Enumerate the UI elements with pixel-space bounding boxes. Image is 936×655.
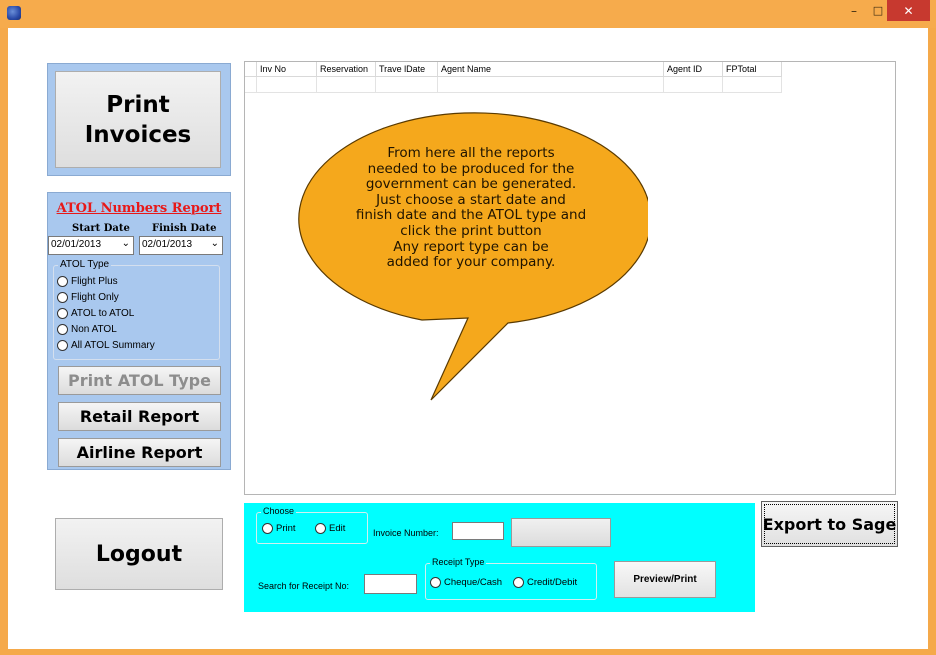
start-date-value: 02/01/2013 [51, 239, 102, 250]
table-cell[interactable] [257, 77, 317, 93]
column-header-agent-id[interactable]: Agent ID [664, 62, 723, 77]
retail-report-button[interactable]: Retail Report [58, 402, 221, 431]
grid-header: Inv No Reservation Trave lDate Agent Nam… [245, 62, 782, 77]
receipt-type-group-label: Receipt Type [430, 557, 487, 567]
window-client-area: Print Invoices ATOL Numbers Report Start… [8, 28, 928, 649]
radio-non-atol[interactable]: Non ATOL [57, 322, 117, 336]
radio-cheque-cash[interactable]: Cheque/Cash [430, 577, 502, 588]
finish-date-value: 02/01/2013 [142, 239, 193, 250]
atol-report-panel: ATOL Numbers Report Start Date Finish Da… [47, 192, 231, 470]
radio-label: ATOL to ATOL [71, 307, 135, 319]
radio-edit[interactable]: Edit [315, 523, 345, 534]
bubble-line: Just choose a start date and [376, 191, 566, 208]
table-cell[interactable] [723, 77, 782, 93]
radio-label: Flight Plus [71, 275, 118, 287]
print-invoices-label-line1: Print [106, 91, 170, 118]
radio-label: Flight Only [71, 291, 119, 303]
bubble-line: needed to be produced for the [367, 160, 575, 177]
print-invoices-label-line2: Invoices [84, 121, 192, 148]
radio-label: Credit/Debit [527, 577, 578, 588]
logout-button[interactable]: Logout [55, 518, 223, 590]
preview-print-button[interactable]: Preview/Print [614, 561, 716, 598]
bubble-line: Any report type can be [393, 238, 549, 255]
radio-label: Cheque/Cash [444, 577, 503, 588]
row-selector-cell[interactable] [245, 77, 257, 93]
search-receipt-label: Search for Receipt No: [258, 581, 350, 591]
radio-circle-icon[interactable] [57, 307, 68, 319]
airline-report-button[interactable]: Airline Report [58, 438, 221, 467]
radio-print[interactable]: Print [262, 523, 296, 534]
table-cell[interactable] [664, 77, 723, 93]
column-header-inv-no[interactable]: Inv No [257, 62, 317, 77]
table-cell[interactable] [438, 77, 664, 93]
radio-label: Print [276, 523, 296, 534]
radio-credit-debit[interactable]: Credit/Debit [513, 577, 577, 588]
finish-date-label: Finish Date [152, 223, 217, 234]
invoice-actions-panel: Choose Print Edit Invoice Number: Receip… [244, 503, 755, 612]
radio-atol-to-atol[interactable]: ATOL to ATOL [57, 306, 134, 320]
table-row[interactable] [245, 77, 782, 93]
chevron-down-icon[interactable]: ⌄ [122, 238, 130, 249]
receipt-type-group: Receipt Type Cheque/Cash Credit/Debit [425, 557, 597, 600]
title-bar: – □ ✕ [0, 0, 936, 28]
radio-all-atol-summary[interactable]: All ATOL Summary [57, 338, 155, 352]
minimize-button[interactable]: – [842, 0, 866, 21]
bubble-line: click the print button [400, 222, 542, 239]
invoice-number-input[interactable] [452, 522, 504, 540]
radio-circle-icon[interactable] [57, 291, 68, 303]
radio-label: Non ATOL [71, 323, 117, 335]
radio-circle-icon[interactable] [315, 523, 326, 534]
print-atol-type-button[interactable]: Print ATOL Type [58, 366, 221, 395]
print-invoices-panel: Print Invoices [47, 63, 231, 176]
search-receipt-input[interactable] [364, 574, 417, 594]
invoice-number-label: Invoice Number: [373, 528, 439, 538]
app-icon [7, 6, 21, 20]
radio-circle-icon[interactable] [262, 523, 273, 534]
atol-numbers-report-title: ATOL Numbers Report [56, 201, 222, 216]
radio-circle-icon[interactable] [513, 577, 524, 588]
radio-circle-icon[interactable] [57, 323, 68, 335]
close-button[interactable]: ✕ [887, 0, 930, 21]
radio-label: All ATOL Summary [71, 339, 155, 351]
finish-date-picker[interactable]: 02/01/2013 ⌄ [139, 236, 223, 255]
atol-type-group: ATOL Type Flight Plus Flight Only ATOL t… [53, 259, 220, 360]
export-to-sage-button[interactable]: Export to Sage [761, 501, 898, 547]
invoice-action-button[interactable] [511, 518, 611, 547]
bubble-line: added for your company. [386, 254, 556, 271]
radio-circle-icon[interactable] [57, 275, 68, 287]
table-cell[interactable] [317, 77, 376, 93]
bubble-line: government can be generated. [365, 176, 577, 193]
speech-bubble-text: From here all the reports needed to be p… [321, 145, 621, 271]
choose-group: Choose Print Edit [256, 506, 368, 544]
table-cell[interactable] [376, 77, 438, 93]
bubble-line: From here all the reports [387, 145, 555, 161]
radio-label: Edit [329, 523, 346, 534]
column-header-travel-date[interactable]: Trave lDate [376, 62, 438, 77]
radio-circle-icon[interactable] [57, 339, 68, 351]
column-header-reservation[interactable]: Reservation [317, 62, 376, 77]
start-date-label: Start Date [72, 223, 130, 234]
start-date-picker[interactable]: 02/01/2013 ⌄ [48, 236, 134, 255]
radio-circle-icon[interactable] [430, 577, 441, 588]
column-header[interactable] [245, 62, 257, 77]
chevron-down-icon[interactable]: ⌄ [211, 238, 219, 249]
radio-flight-only[interactable]: Flight Only [57, 290, 119, 304]
print-invoices-button[interactable]: Print Invoices [55, 71, 221, 168]
atol-type-group-label: ATOL Type [58, 259, 112, 270]
radio-flight-plus[interactable]: Flight Plus [57, 274, 118, 288]
column-header-fptotal[interactable]: FPTotal [723, 62, 782, 77]
bubble-line: finish date and the ATOL type and [355, 207, 587, 224]
column-header-agent-name[interactable]: Agent Name [438, 62, 664, 77]
choose-group-label: Choose [261, 506, 297, 516]
